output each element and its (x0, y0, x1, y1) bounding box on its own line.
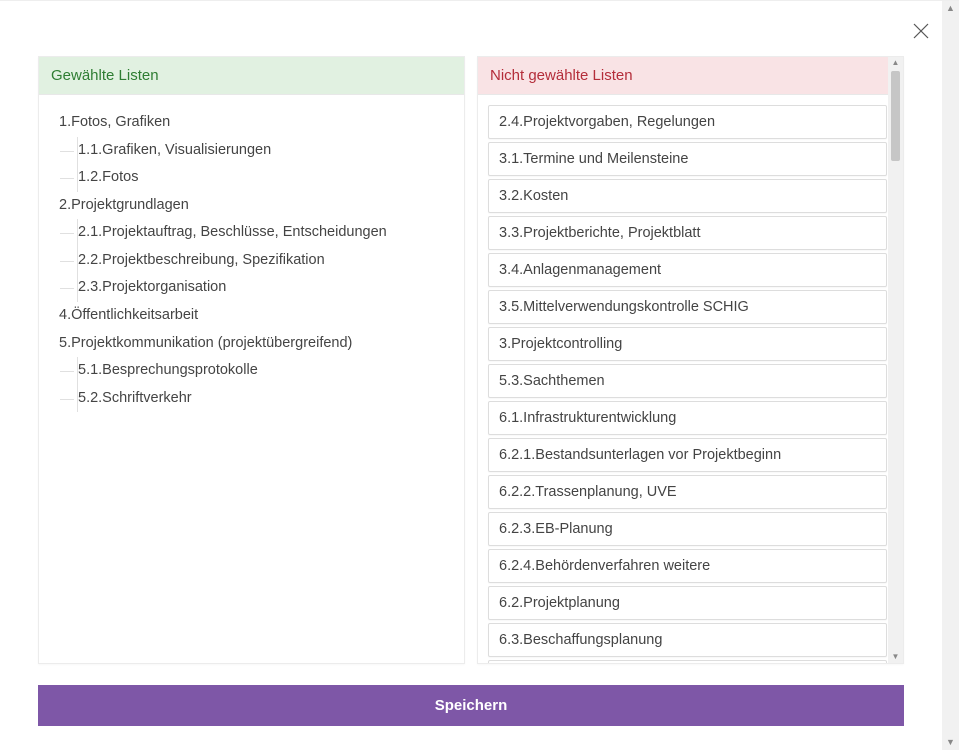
scroll-thumb[interactable] (891, 71, 900, 161)
selected-lists-panel: Gewählte Listen 1.Fotos, Grafiken1.1.Gra… (38, 56, 465, 664)
tree-node: 5.2.Schriftverkehr (78, 385, 454, 413)
tree-children: 2.1.Projektauftrag, Beschlüsse, Entschei… (77, 219, 454, 302)
tree-node: 2.2.Projektbeschreibung, Spezifikation (78, 247, 454, 275)
close-icon (913, 23, 929, 39)
unselected-list-item[interactable]: 3.1.Termine und Meilensteine (488, 142, 887, 176)
unselected-list-item[interactable]: 6.2.2.Trassenplanung, UVE (488, 475, 887, 509)
selected-lists-tree: 1.Fotos, Grafiken1.1.Grafiken, Visualisi… (49, 109, 454, 412)
unselected-scrollbar[interactable]: ▲ ▼ (888, 57, 903, 663)
tree-node-label[interactable]: 5.1.Besprechungsprotokolle (78, 357, 454, 385)
unselected-list-item[interactable]: 6.2.4.Behördenverfahren weitere (488, 549, 887, 583)
unselected-list-item[interactable]: 3.3.Projektberichte, Projektblatt (488, 216, 887, 250)
unselected-lists-header: Nicht gewählte Listen (478, 57, 903, 95)
tree-node: 5.Projektkommunikation (projektübergreif… (59, 330, 454, 413)
unselected-lists-body: 2.4.Projektvorgaben, Regelungen3.1.Termi… (478, 95, 903, 663)
tree-node: 2.3.Projektorganisation (78, 274, 454, 302)
unselected-list-item[interactable]: 2.4.Projektvorgaben, Regelungen (488, 105, 887, 139)
unselected-list-item[interactable]: 6.2.3.EB-Planung (488, 512, 887, 546)
unselected-list-item[interactable]: 6.4.Ausführungsplanung (488, 660, 887, 663)
scroll-down-icon[interactable]: ▼ (892, 651, 900, 663)
tree-node-label[interactable]: 2.3.Projektorganisation (78, 274, 454, 302)
unselected-list-item[interactable]: 3.4.Anlagenmanagement (488, 253, 887, 287)
tree-children: 1.1.Grafiken, Visualisierungen1.2.Fotos (77, 137, 454, 192)
selected-lists-body: 1.Fotos, Grafiken1.1.Grafiken, Visualisi… (39, 95, 464, 663)
tree-node-label[interactable]: 2.Projektgrundlagen (59, 192, 454, 220)
close-button[interactable] (913, 23, 929, 42)
tree-node-label[interactable]: 1.Fotos, Grafiken (59, 109, 454, 137)
unselected-list-item[interactable]: 6.2.1.Bestandsunterlagen vor Projektbegi… (488, 438, 887, 472)
page-scroll-down-icon[interactable]: ▼ (946, 735, 955, 750)
scroll-track[interactable] (888, 161, 903, 651)
tree-node: 5.1.Besprechungsprotokolle (78, 357, 454, 385)
dialog-root: Gewählte Listen 1.Fotos, Grafiken1.1.Gra… (0, 0, 959, 750)
tree-node-label[interactable]: 5.2.Schriftverkehr (78, 385, 454, 413)
tree-node-label[interactable]: 5.Projektkommunikation (projektübergreif… (59, 330, 454, 358)
tree-node-label[interactable]: 4.Öffentlichkeitsarbeit (59, 302, 454, 330)
tree-node: 1.1.Grafiken, Visualisierungen (78, 137, 454, 165)
tree-node-label[interactable]: 1.1.Grafiken, Visualisierungen (78, 137, 454, 165)
scroll-up-icon[interactable]: ▲ (892, 57, 900, 69)
tree-node-label[interactable]: 2.2.Projektbeschreibung, Spezifikation (78, 247, 454, 275)
save-bar: Speichern (38, 685, 904, 726)
selected-lists-header: Gewählte Listen (39, 57, 464, 95)
unselected-list-item[interactable]: 6.2.Projektplanung (488, 586, 887, 620)
unselected-list-item[interactable]: 3.5.Mittelverwendungskontrolle SCHIG (488, 290, 887, 324)
tree-node: 2.1.Projektauftrag, Beschlüsse, Entschei… (78, 219, 454, 247)
unselected-list-item[interactable]: 6.1.Infrastrukturentwicklung (488, 401, 887, 435)
tree-node: 1.Fotos, Grafiken1.1.Grafiken, Visualisi… (59, 109, 454, 192)
save-button[interactable]: Speichern (38, 685, 904, 726)
unselected-list-item[interactable]: 5.3.Sachthemen (488, 364, 887, 398)
panels-row: Gewählte Listen 1.Fotos, Grafiken1.1.Gra… (38, 56, 904, 664)
unselected-lists-list: 2.4.Projektvorgaben, Regelungen3.1.Termi… (488, 105, 887, 663)
tree-node: 2.Projektgrundlagen2.1.Projektauftrag, B… (59, 192, 454, 302)
page-scrollbar[interactable]: ▲ ▼ (942, 1, 959, 750)
unselected-list-item[interactable]: 3.Projektcontrolling (488, 327, 887, 361)
page-scroll-up-icon[interactable]: ▲ (946, 1, 955, 16)
tree-node: 1.2.Fotos (78, 164, 454, 192)
unselected-list-item[interactable]: 3.2.Kosten (488, 179, 887, 213)
tree-node-label[interactable]: 1.2.Fotos (78, 164, 454, 192)
tree-node: 4.Öffentlichkeitsarbeit (59, 302, 454, 330)
unselected-list-item[interactable]: 6.3.Beschaffungsplanung (488, 623, 887, 657)
tree-node-label[interactable]: 2.1.Projektauftrag, Beschlüsse, Entschei… (78, 219, 454, 247)
tree-children: 5.1.Besprechungsprotokolle5.2.Schriftver… (77, 357, 454, 412)
unselected-lists-panel: Nicht gewählte Listen 2.4.Projektvorgabe… (477, 56, 904, 664)
